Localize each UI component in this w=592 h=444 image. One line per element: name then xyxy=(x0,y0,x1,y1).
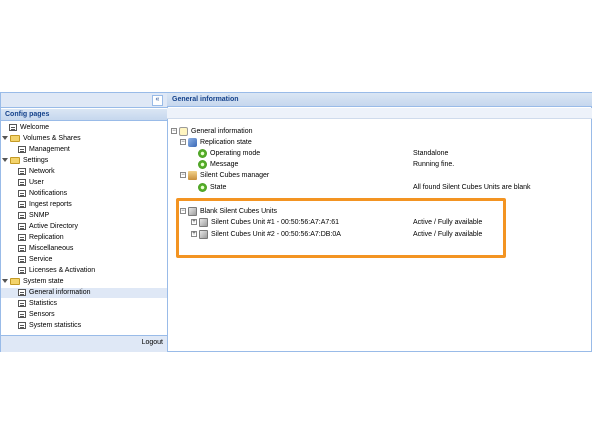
page-icon xyxy=(18,244,26,252)
page-icon xyxy=(18,288,26,296)
collapse-toggle-icon[interactable]: − xyxy=(171,128,177,135)
config-pages-title: Config pages xyxy=(1,109,167,121)
page-icon xyxy=(18,167,26,175)
nav-item-system-statistics[interactable]: System statistics xyxy=(18,321,81,331)
nav-item-system-state[interactable]: System state xyxy=(2,277,63,287)
nav-item-management[interactable]: Management xyxy=(18,145,70,155)
replication-icon xyxy=(188,137,197,147)
page-icon xyxy=(18,178,26,186)
config-nav-tree: Welcome Volumes & Shares Management Sett… xyxy=(1,123,167,335)
page-icon xyxy=(18,310,26,318)
page-icon xyxy=(18,145,26,153)
tree-node-operating-mode[interactable]: Operating mode xyxy=(198,148,260,159)
leaf-icon xyxy=(179,126,188,136)
nav-item-service[interactable]: Service xyxy=(18,255,52,265)
nav-item-ingest-reports[interactable]: Ingest reports xyxy=(18,200,72,210)
tree-node-general-information[interactable]: − General information xyxy=(171,126,252,137)
house-icon xyxy=(188,170,197,180)
expand-arrow-icon[interactable] xyxy=(2,158,8,163)
state-value: All found Silent Cubes Units are blank xyxy=(413,184,531,191)
page-icon xyxy=(18,211,26,219)
panel-title: General information xyxy=(167,93,592,107)
nav-item-notifications[interactable]: Notifications xyxy=(18,189,67,199)
page-icon xyxy=(18,266,26,274)
tree-node-silent-cubes-manager[interactable]: − Silent Cubes manager xyxy=(180,170,269,181)
tree-node-replication-state[interactable]: − Replication state xyxy=(180,137,252,148)
nav-item-replication[interactable]: Replication xyxy=(18,233,64,243)
folder-icon xyxy=(10,134,20,142)
collapse-panel-button[interactable]: « xyxy=(152,95,163,106)
page-icon xyxy=(18,233,26,241)
operating-mode-value: Standalone xyxy=(413,150,449,157)
expand-arrow-icon[interactable] xyxy=(2,136,8,141)
nav-item-active-directory[interactable]: Active Directory xyxy=(18,222,78,232)
page-icon xyxy=(18,189,26,197)
page-icon xyxy=(18,255,26,263)
panel-toolbar: « xyxy=(1,93,167,108)
page-icon xyxy=(18,299,26,307)
nav-item-settings[interactable]: Settings xyxy=(2,156,48,166)
collapse-toggle-icon[interactable]: − xyxy=(180,172,186,179)
gear-icon xyxy=(198,159,207,169)
page-icon xyxy=(18,321,26,329)
page-icon xyxy=(18,200,26,208)
gear-icon xyxy=(198,182,207,192)
gear-icon xyxy=(198,148,207,158)
nav-item-volumes-shares[interactable]: Volumes & Shares xyxy=(2,134,81,144)
nav-item-network[interactable]: Network xyxy=(18,167,55,177)
highlight-box xyxy=(176,198,506,258)
tree-node-message[interactable]: Message xyxy=(198,159,238,170)
config-pages-panel: « Config pages Welcome Volumes & Shares … xyxy=(0,92,168,352)
logout-bar: Logout xyxy=(1,335,167,352)
expand-arrow-icon[interactable] xyxy=(2,279,8,284)
nav-item-snmp[interactable]: SNMP xyxy=(18,211,49,221)
nav-item-miscellaneous[interactable]: Miscellaneous xyxy=(18,244,73,254)
nav-item-welcome[interactable]: Welcome xyxy=(9,123,49,133)
nav-item-statistics[interactable]: Statistics xyxy=(18,299,57,309)
panel-toolbar xyxy=(167,108,592,119)
nav-item-licenses-activation[interactable]: Licenses & Activation xyxy=(18,266,95,276)
message-value: Running fine. xyxy=(413,161,455,168)
logout-button[interactable]: Logout xyxy=(142,339,163,346)
nav-item-general-information[interactable]: General information xyxy=(1,288,167,298)
folder-icon xyxy=(10,277,20,285)
collapse-toggle-icon[interactable]: − xyxy=(180,139,186,146)
page-icon xyxy=(18,222,26,230)
page-icon xyxy=(9,123,17,131)
nav-item-user[interactable]: User xyxy=(18,178,44,188)
nav-item-sensors[interactable]: Sensors xyxy=(18,310,55,320)
tree-node-state[interactable]: State xyxy=(198,182,226,193)
folder-icon xyxy=(10,156,20,164)
